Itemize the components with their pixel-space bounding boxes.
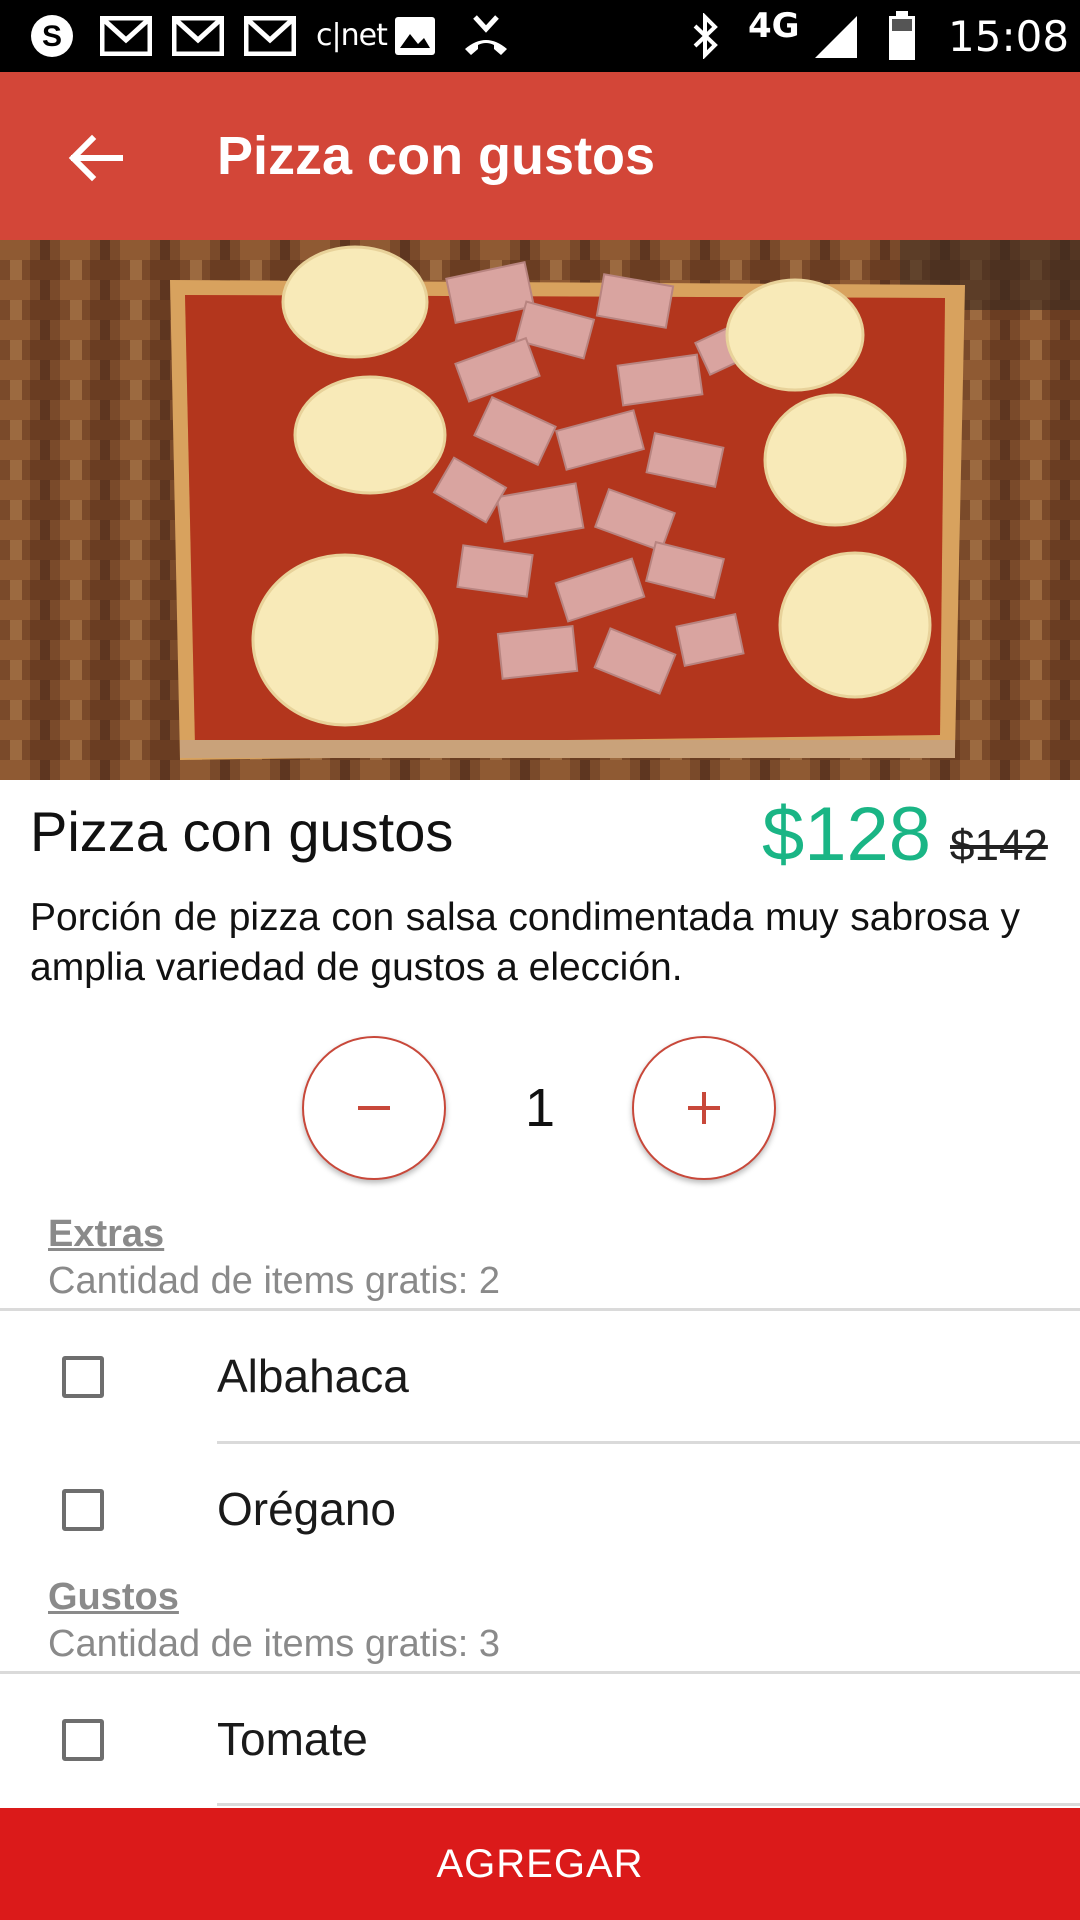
signal-icon — [810, 12, 860, 60]
gmail-icon — [98, 12, 154, 60]
quantity-value: 1 — [524, 1078, 556, 1138]
minus-icon — [358, 1106, 390, 1110]
product-description: Porción de pizza con salsa condimentada … — [30, 896, 1020, 989]
back-button[interactable] — [56, 118, 136, 198]
arrow-back-icon — [68, 134, 123, 182]
checkbox-albahaca[interactable] — [62, 1356, 104, 1398]
product-price: $128 — [762, 792, 932, 877]
gmail-icon — [170, 12, 226, 60]
divider — [0, 1671, 1080, 1674]
network-type-label: 4G — [748, 6, 800, 46]
cnet-icon: c|net — [316, 18, 388, 53]
decrease-quantity-button[interactable] — [302, 1036, 446, 1180]
battery-icon — [886, 11, 918, 60]
option-label-oregano[interactable]: Orégano — [217, 1481, 396, 1537]
section-subtitle-extras: Cantidad de items gratis: 2 — [48, 1260, 501, 1302]
clock: 15:08 — [948, 12, 1070, 61]
section-subtitle-gustos: Cantidad de items gratis: 3 — [48, 1623, 501, 1665]
divider — [217, 1441, 1080, 1444]
divider — [217, 1803, 1080, 1806]
product-image — [0, 240, 1080, 780]
status-bar: S c|net 4G 15:08 — [0, 0, 1080, 72]
checkbox-tomate[interactable] — [62, 1719, 104, 1761]
gmail-icon — [242, 12, 298, 60]
checkbox-oregano[interactable] — [62, 1489, 104, 1531]
app-bar: Pizza con gustos — [0, 72, 1080, 240]
product-name: Pizza con gustos — [30, 800, 454, 863]
divider — [0, 1308, 1080, 1311]
bluetooth-icon — [688, 12, 724, 60]
plus-icon — [688, 1092, 720, 1124]
skype-icon: S — [26, 12, 78, 60]
missed-call-icon — [460, 12, 512, 60]
add-to-cart-button[interactable]: AGREGAR — [0, 1808, 1080, 1920]
image-icon — [392, 12, 438, 60]
increase-quantity-button[interactable] — [632, 1036, 776, 1180]
option-label-tomate[interactable]: Tomate — [217, 1711, 368, 1767]
option-label-albahaca[interactable]: Albahaca — [217, 1348, 409, 1404]
section-title-gustos: Gustos — [48, 1576, 179, 1618]
section-title-extras: Extras — [48, 1213, 165, 1255]
page-title: Pizza con gustos — [217, 126, 656, 186]
svg-text:S: S — [42, 20, 62, 53]
product-old-price: $142 — [950, 821, 1048, 870]
